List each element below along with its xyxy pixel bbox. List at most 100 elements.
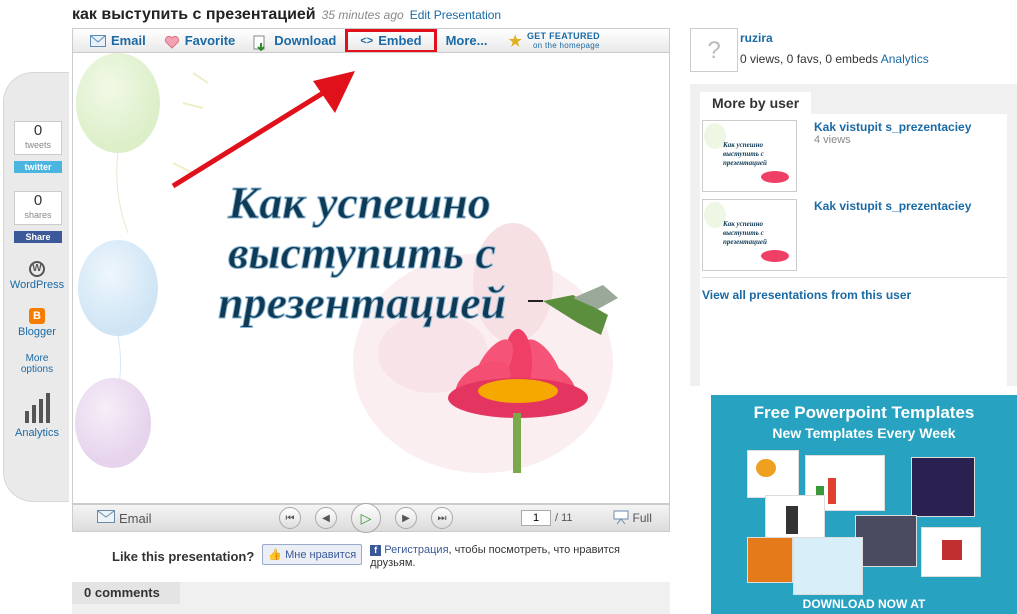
presentation-thumbnail[interactable]: Как успешно выступить с презентацией bbox=[702, 120, 797, 192]
facebook-like-button[interactable]: 👍 Мне нравится bbox=[262, 544, 363, 565]
envelope-icon bbox=[90, 34, 106, 47]
blogger-button[interactable]: B Blogger bbox=[4, 308, 70, 338]
thumbs-up-icon: 👍 bbox=[268, 549, 283, 561]
slide-artwork: Как успешно выступить с презентацией bbox=[75, 53, 618, 473]
favorite-button[interactable]: Favorite bbox=[155, 30, 245, 52]
ad-template-thumb bbox=[765, 495, 825, 543]
ad-cta: DOWNLOAD NOW AT bbox=[802, 597, 926, 611]
get-featured-line1: GET FEATURED bbox=[526, 30, 600, 41]
user-stats: 0 views, 0 favs, 0 embeds Analytics bbox=[740, 52, 929, 66]
slide-number-input[interactable] bbox=[521, 510, 551, 526]
skip-forward-icon: ⏭ bbox=[437, 512, 447, 524]
ad-template-thumb bbox=[747, 537, 793, 583]
like-row: Like this presentation? 👍 Мне нравится f… bbox=[112, 544, 640, 570]
analytics-label: Analytics bbox=[14, 427, 60, 439]
more-label: More... bbox=[445, 33, 488, 48]
user-avatar[interactable]: ? bbox=[690, 28, 738, 72]
presentation-toolbar: Email Favorite Download <> Embed More...… bbox=[72, 28, 670, 53]
chevron-right-icon: ▶ bbox=[402, 512, 410, 524]
register-link[interactable]: Регистрация bbox=[384, 544, 448, 556]
projector-icon bbox=[613, 509, 629, 528]
play-icon: ▷ bbox=[360, 509, 372, 526]
wordpress-label: WordPress bbox=[9, 279, 65, 291]
next-slide-button[interactable]: ▶ bbox=[395, 507, 417, 529]
analytics-button[interactable]: Analytics bbox=[4, 391, 70, 439]
username-link[interactable]: ruzira bbox=[740, 31, 773, 45]
chevron-left-icon: ◀ bbox=[322, 512, 330, 524]
user-stats-text: 0 views, 0 favs, 0 embeds bbox=[740, 52, 879, 66]
tweet-counter: 0 tweets bbox=[14, 121, 62, 155]
fullscreen-button[interactable]: Full bbox=[613, 509, 652, 528]
slide-title-line3: презентацией bbox=[218, 277, 506, 328]
get-featured-text: GET FEATURED on the homepage bbox=[526, 30, 600, 50]
get-featured-button[interactable]: ★ GET FEATURED on the homepage bbox=[496, 30, 608, 52]
presentation-views: 4 views bbox=[814, 134, 851, 146]
like-question: Like this presentation? bbox=[112, 549, 255, 564]
share-count: 0 bbox=[33, 192, 43, 209]
envelope-icon bbox=[97, 510, 115, 526]
favorite-label: Favorite bbox=[184, 33, 236, 48]
facebook-share-counter: 0 shares bbox=[14, 191, 62, 225]
ad-template-thumb bbox=[921, 527, 981, 577]
view-all-presentations-link[interactable]: View all presentations from this user bbox=[702, 288, 911, 302]
playback-controls: Email ⏮ ◀ ▷ ▶ ⏭ / 11 Full bbox=[72, 503, 670, 533]
ad-template-thumb bbox=[793, 537, 863, 595]
first-slide-button[interactable]: ⏮ bbox=[279, 507, 301, 529]
more-by-user-panel: More by user Как успешно выступить с презе… bbox=[690, 84, 1017, 386]
comments-tab[interactable]: 0 comments bbox=[72, 582, 180, 604]
slide-total: / 11 bbox=[555, 512, 573, 524]
ad-headline: Free Powerpoint Templates bbox=[753, 403, 975, 422]
prev-slide-button[interactable]: ◀ bbox=[315, 507, 337, 529]
email-label: Email bbox=[111, 33, 146, 48]
wordpress-button[interactable]: W WordPress bbox=[4, 261, 70, 291]
share-count-label: shares bbox=[24, 210, 52, 220]
ad-template-thumb bbox=[911, 457, 975, 517]
play-button[interactable]: ▷ bbox=[351, 503, 381, 533]
presentation-thumbnail[interactable]: Как успешно выступить с презентацией bbox=[702, 199, 797, 271]
time-ago: 35 minutes ago bbox=[321, 8, 404, 22]
facebook-share-button[interactable]: Share bbox=[14, 231, 62, 243]
download-label: Download bbox=[274, 33, 337, 48]
download-button[interactable]: Download bbox=[244, 30, 345, 52]
ad-template-thumb bbox=[855, 515, 917, 567]
controls-email-label: Email bbox=[119, 510, 152, 526]
presentation-title-link[interactable]: Kak vistupit s_prezentaciey bbox=[814, 120, 971, 134]
svg-text:Как успешно: Как успешно bbox=[722, 220, 763, 228]
more-options-line1: More bbox=[25, 353, 49, 364]
templates-ad[interactable]: Free Powerpoint Templates New Templates … bbox=[711, 395, 1017, 614]
more-options-line2: options bbox=[20, 364, 54, 375]
facebook-like-label: Мне нравится bbox=[285, 549, 357, 561]
last-slide-button[interactable]: ⏭ bbox=[431, 507, 453, 529]
more-by-user-list: Как успешно выступить с презентацией Kak v… bbox=[700, 114, 1007, 386]
page-title: как выступить с презентацией bbox=[72, 6, 316, 23]
slide-title-line2: выступить с bbox=[228, 227, 496, 278]
slide-viewer[interactable]: Как успешно выступить с презентацией bbox=[72, 52, 670, 504]
heart-icon bbox=[164, 35, 180, 49]
slide-title-line1: Как успешно bbox=[227, 177, 491, 228]
divider bbox=[702, 277, 1007, 278]
tweet-count-label: tweets bbox=[24, 140, 51, 150]
user-analytics-link[interactable]: Analytics bbox=[881, 52, 929, 66]
red-arrow-annotation bbox=[171, 71, 355, 189]
svg-text:Как успешно: Как успешно bbox=[722, 141, 763, 149]
comments-section: 0 comments bbox=[72, 582, 670, 614]
tweet-count: 0 bbox=[33, 122, 43, 139]
get-featured-line2: on the homepage bbox=[532, 40, 600, 50]
facebook-icon: f bbox=[370, 545, 382, 556]
svg-text:выступить с: выступить с bbox=[723, 229, 764, 237]
edit-presentation-link[interactable]: Edit Presentation bbox=[410, 8, 501, 22]
controls-email-button[interactable]: Email bbox=[97, 510, 177, 526]
embed-button[interactable]: <> Embed bbox=[345, 28, 437, 53]
blogger-label: Blogger bbox=[18, 326, 56, 338]
code-icon: <> bbox=[360, 34, 374, 47]
svg-text:выступить с: выступить с bbox=[723, 150, 764, 158]
presentation-title-link[interactable]: Kak vistupit s_prezentaciey bbox=[814, 199, 971, 213]
svg-text:презентацией: презентацией bbox=[723, 159, 767, 167]
twitter-button[interactable]: twitter bbox=[14, 161, 62, 173]
more-options-button[interactable]: More options bbox=[4, 353, 70, 375]
more-button[interactable]: More... bbox=[437, 30, 497, 52]
more-by-user-heading: More by user bbox=[700, 92, 812, 114]
email-button[interactable]: Email bbox=[81, 30, 155, 52]
bar-chart-icon bbox=[4, 391, 70, 423]
blogger-icon: B bbox=[29, 308, 45, 324]
